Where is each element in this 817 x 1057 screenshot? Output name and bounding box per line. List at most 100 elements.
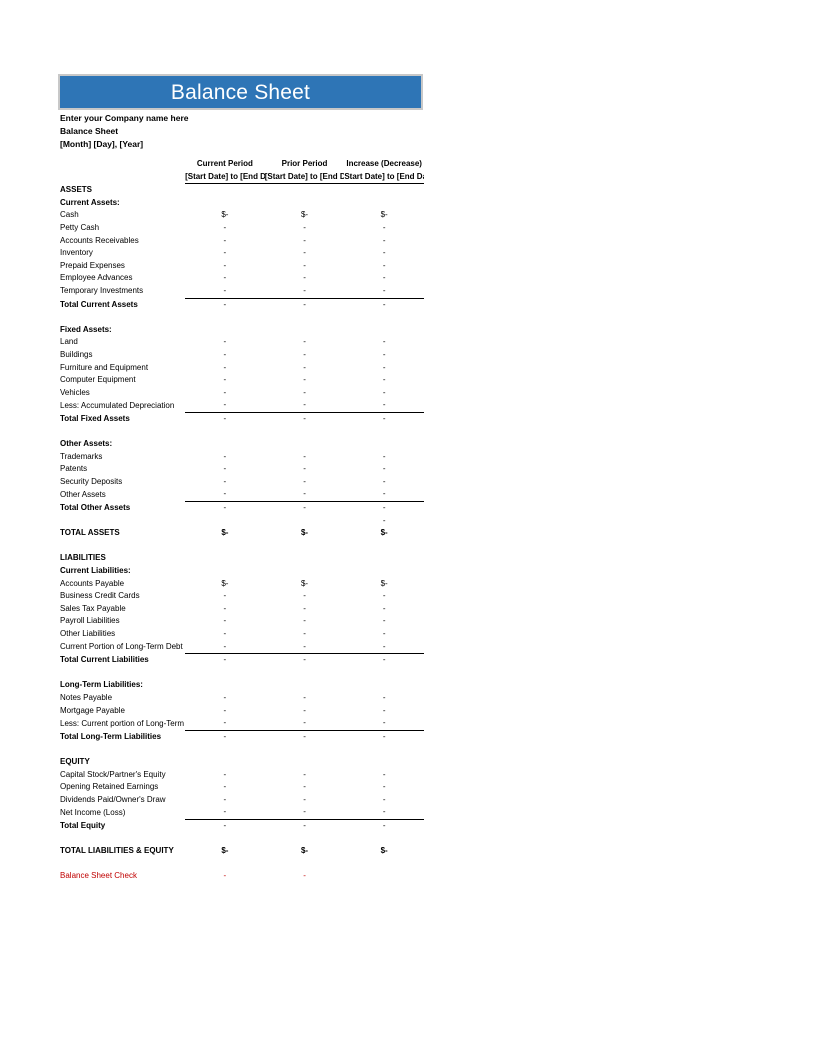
- cell-inventory-current[interactable]: -: [185, 247, 265, 260]
- cell-other-liabilities-prior[interactable]: -: [265, 628, 345, 641]
- cell-cash-prior[interactable]: $-: [265, 209, 345, 222]
- cell-less-current-portion-change[interactable]: -: [344, 717, 424, 731]
- cell-land-current[interactable]: -: [185, 336, 265, 349]
- cell-sales-tax-payable-change[interactable]: -: [344, 603, 424, 616]
- empty-cell: [185, 552, 265, 565]
- cell-petty-cash-change[interactable]: -: [344, 222, 424, 235]
- cell-security-deposits-current[interactable]: -: [185, 476, 265, 489]
- cell-inventory-change[interactable]: -: [344, 247, 424, 260]
- cell-other-assets-change[interactable]: -: [344, 488, 424, 503]
- cell-business-credit-cards-prior[interactable]: -: [265, 590, 345, 603]
- cell-trademarks-prior[interactable]: -: [265, 451, 345, 464]
- cell-inventory-prior[interactable]: -: [265, 247, 345, 260]
- cell-capital-stock-change[interactable]: -: [344, 769, 424, 782]
- cell-cash-current[interactable]: $-: [185, 209, 265, 222]
- cell-accounts-receivables-prior[interactable]: -: [265, 235, 345, 248]
- cell-notes-payable-prior[interactable]: -: [265, 692, 345, 705]
- cell-vehicles-change[interactable]: -: [344, 387, 424, 400]
- cell-furniture-change[interactable]: -: [344, 362, 424, 375]
- cell-accumulated-depreciation-current[interactable]: -: [185, 399, 265, 413]
- cell-vehicles-prior[interactable]: -: [265, 387, 345, 400]
- cell-accounts-payable-change[interactable]: $-: [344, 578, 424, 591]
- cell-less-current-portion-prior[interactable]: -: [264, 717, 345, 731]
- cell-other-liabilities-current[interactable]: -: [185, 628, 265, 641]
- document-title-banner: Balance Sheet: [58, 74, 423, 110]
- cell-accumulated-depreciation-change[interactable]: -: [344, 399, 424, 413]
- company-name-field[interactable]: Enter your Company name here: [60, 112, 420, 125]
- cell-furniture-prior[interactable]: -: [265, 362, 345, 375]
- cell-prepaid-expenses-prior[interactable]: -: [265, 260, 345, 273]
- cell-opening-retained-earnings-current[interactable]: -: [185, 781, 265, 794]
- cell-patents-prior[interactable]: -: [265, 463, 345, 476]
- cell-vehicles-current[interactable]: -: [185, 387, 265, 400]
- cell-trademarks-current[interactable]: -: [185, 451, 265, 464]
- cell-net-income-loss-current[interactable]: -: [185, 806, 265, 820]
- cell-buildings-prior[interactable]: -: [265, 349, 345, 362]
- cell-land-change[interactable]: -: [344, 336, 424, 349]
- cell-furniture-current[interactable]: -: [185, 362, 265, 375]
- cell-capital-stock-prior[interactable]: -: [265, 769, 345, 782]
- cell-payroll-liabilities-current[interactable]: -: [185, 615, 265, 628]
- cell-notes-payable-change[interactable]: -: [344, 692, 424, 705]
- empty-cell: [344, 743, 424, 756]
- cell-accounts-payable-current[interactable]: $-: [185, 578, 265, 591]
- empty-cell: [60, 743, 185, 756]
- cell-dividends-paid-current[interactable]: -: [185, 794, 265, 807]
- cell-trademarks-change[interactable]: -: [344, 451, 424, 464]
- cell-computer-equipment-prior[interactable]: -: [265, 374, 345, 387]
- cell-less-current-portion-current[interactable]: -: [185, 717, 265, 731]
- cell-accounts-receivables-change[interactable]: -: [344, 235, 424, 248]
- cell-notes-payable-current[interactable]: -: [185, 692, 265, 705]
- cell-employee-advances-prior[interactable]: -: [265, 272, 345, 285]
- cell-current-portion-long-term-prior[interactable]: -: [264, 640, 345, 655]
- cell-computer-equipment-current[interactable]: -: [185, 374, 265, 387]
- cell-payroll-liabilities-prior[interactable]: -: [265, 615, 345, 628]
- cell-temporary-investments-prior[interactable]: -: [264, 284, 345, 299]
- row-label-accounts-receivables: Accounts Receivables: [60, 235, 139, 245]
- cell-accumulated-depreciation-prior[interactable]: -: [264, 399, 345, 413]
- cell-security-deposits-change[interactable]: -: [344, 476, 424, 489]
- cell-computer-equipment-change[interactable]: -: [344, 374, 424, 387]
- cell-dividends-paid-change[interactable]: -: [344, 794, 424, 807]
- cell-current-portion-long-term-current[interactable]: -: [185, 640, 265, 655]
- cell-opening-retained-earnings-change[interactable]: -: [344, 781, 424, 794]
- cell-other-assets-prior[interactable]: -: [264, 488, 345, 503]
- date-field[interactable]: [Month] [Day], [Year]: [60, 138, 420, 151]
- cell-temporary-investments-change[interactable]: -: [344, 284, 424, 299]
- cell-buildings-change[interactable]: -: [344, 349, 424, 362]
- cell-dividends-paid-prior[interactable]: -: [265, 794, 345, 807]
- cell-buildings-current[interactable]: -: [185, 349, 265, 362]
- cell-mortgage-payable-change[interactable]: -: [344, 705, 424, 718]
- cell-accounts-payable-prior[interactable]: $-: [265, 578, 345, 591]
- cell-business-credit-cards-current[interactable]: -: [185, 590, 265, 603]
- cell-capital-stock-current[interactable]: -: [185, 769, 265, 782]
- cell-security-deposits-prior[interactable]: -: [265, 476, 345, 489]
- cell-employee-advances-change[interactable]: -: [344, 272, 424, 285]
- cell-land-prior[interactable]: -: [265, 336, 345, 349]
- cell-net-income-loss-change[interactable]: -: [344, 806, 424, 820]
- cell-mortgage-payable-prior[interactable]: -: [265, 705, 345, 718]
- cell-other-liabilities-change[interactable]: -: [344, 628, 424, 641]
- cell-payroll-liabilities-change[interactable]: -: [344, 615, 424, 628]
- cell-sales-tax-payable-prior[interactable]: -: [265, 603, 345, 616]
- cell-current-portion-long-term-change[interactable]: -: [344, 640, 424, 655]
- section-heading-current-liabilities: Current Liabilities:: [60, 565, 424, 578]
- cell-patents-current[interactable]: -: [185, 463, 265, 476]
- cell-business-credit-cards-change[interactable]: -: [344, 590, 424, 603]
- cell-petty-cash-current[interactable]: -: [185, 222, 265, 235]
- cell-temporary-investments-current[interactable]: -: [185, 284, 265, 299]
- cell-prepaid-expenses-current[interactable]: -: [185, 260, 265, 273]
- cell-petty-cash-prior[interactable]: -: [265, 222, 345, 235]
- cell-employee-advances-current[interactable]: -: [185, 272, 265, 285]
- cell-other-assets-current[interactable]: -: [185, 488, 265, 503]
- cell-net-income-loss-prior[interactable]: -: [264, 806, 345, 820]
- table-row: Vehicles - - -: [60, 387, 424, 400]
- cell-cash-change[interactable]: $-: [344, 209, 424, 222]
- cell-opening-retained-earnings-prior[interactable]: -: [265, 781, 345, 794]
- cell-accounts-receivables-current[interactable]: -: [185, 235, 265, 248]
- cell-balance-check-current: -: [223, 871, 227, 881]
- cell-mortgage-payable-current[interactable]: -: [185, 705, 265, 718]
- cell-sales-tax-payable-current[interactable]: -: [185, 603, 265, 616]
- cell-prepaid-expenses-change[interactable]: -: [344, 260, 424, 273]
- cell-patents-change[interactable]: -: [344, 463, 424, 476]
